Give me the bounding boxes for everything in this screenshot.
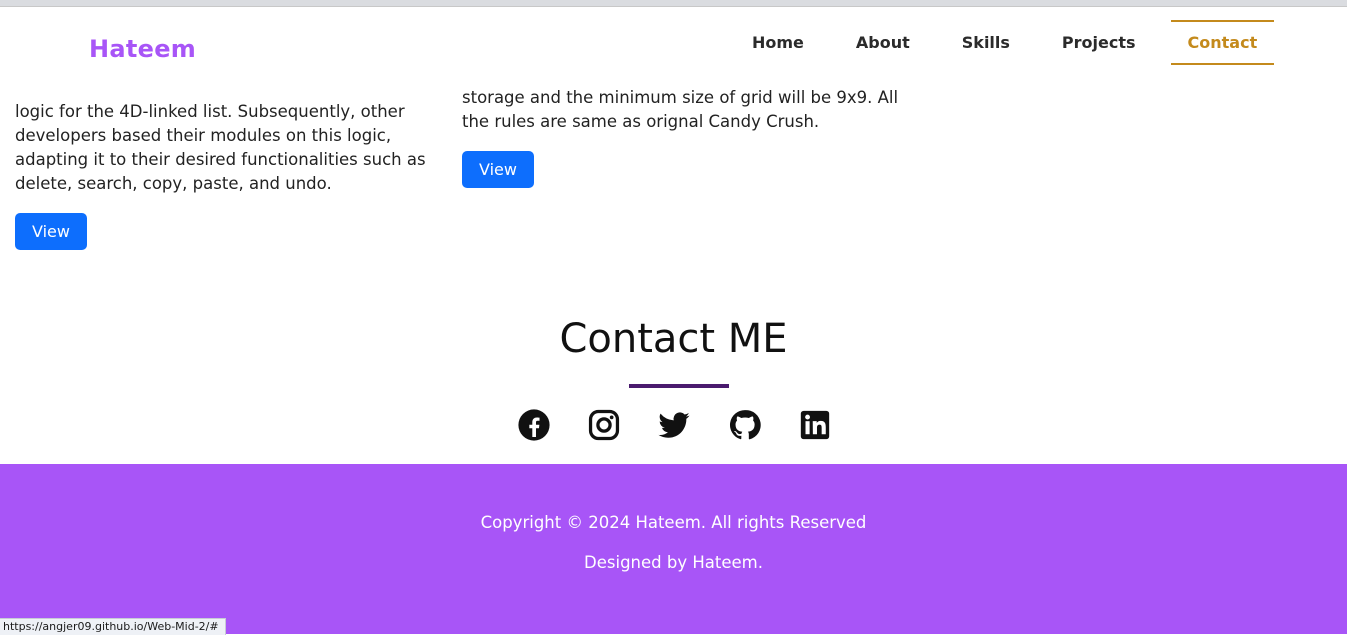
nav-item-about[interactable]: About <box>839 20 927 65</box>
copyright-text: Copyright © 2024 Hateem. All rights Rese… <box>480 513 867 532</box>
navbar: Hateem Home About Skills Projects Contac… <box>0 7 1347 75</box>
title-divider <box>629 384 729 388</box>
nav-item-home[interactable]: Home <box>735 20 821 65</box>
project-card: storage and the minimum size of grid wil… <box>462 86 902 188</box>
facebook-icon[interactable] <box>517 408 551 442</box>
github-icon[interactable] <box>728 408 762 442</box>
project-card: logic for the 4D-linked list. Subsequent… <box>15 76 435 250</box>
nav-item-contact[interactable]: Contact <box>1170 20 1275 65</box>
view-project-button[interactable]: View <box>15 213 87 250</box>
nav-item-skills[interactable]: Skills <box>945 20 1027 65</box>
view-project-button[interactable]: View <box>462 151 534 188</box>
linkedin-icon[interactable] <box>798 408 832 442</box>
designed-by-text: Designed by Hateem. <box>584 553 763 572</box>
status-bar-url: https://angjer09.github.io/Web-Mid-2/# <box>0 618 226 635</box>
contact-title: Contact ME <box>559 316 788 362</box>
project-description: logic for the 4D-linked list. Subsequent… <box>15 102 426 193</box>
footer: Copyright © 2024 Hateem. All rights Rese… <box>0 464 1347 634</box>
brand-logo[interactable]: Hateem <box>89 35 196 63</box>
twitter-icon[interactable] <box>657 408 691 442</box>
nav-item-projects[interactable]: Projects <box>1045 20 1153 65</box>
project-description: storage and the minimum size of grid wil… <box>462 88 899 131</box>
instagram-icon[interactable] <box>587 408 621 442</box>
social-links <box>0 408 1347 444</box>
nav-menu: Home About Skills Projects Contact <box>735 20 1275 65</box>
browser-top-edge <box>0 0 1347 7</box>
